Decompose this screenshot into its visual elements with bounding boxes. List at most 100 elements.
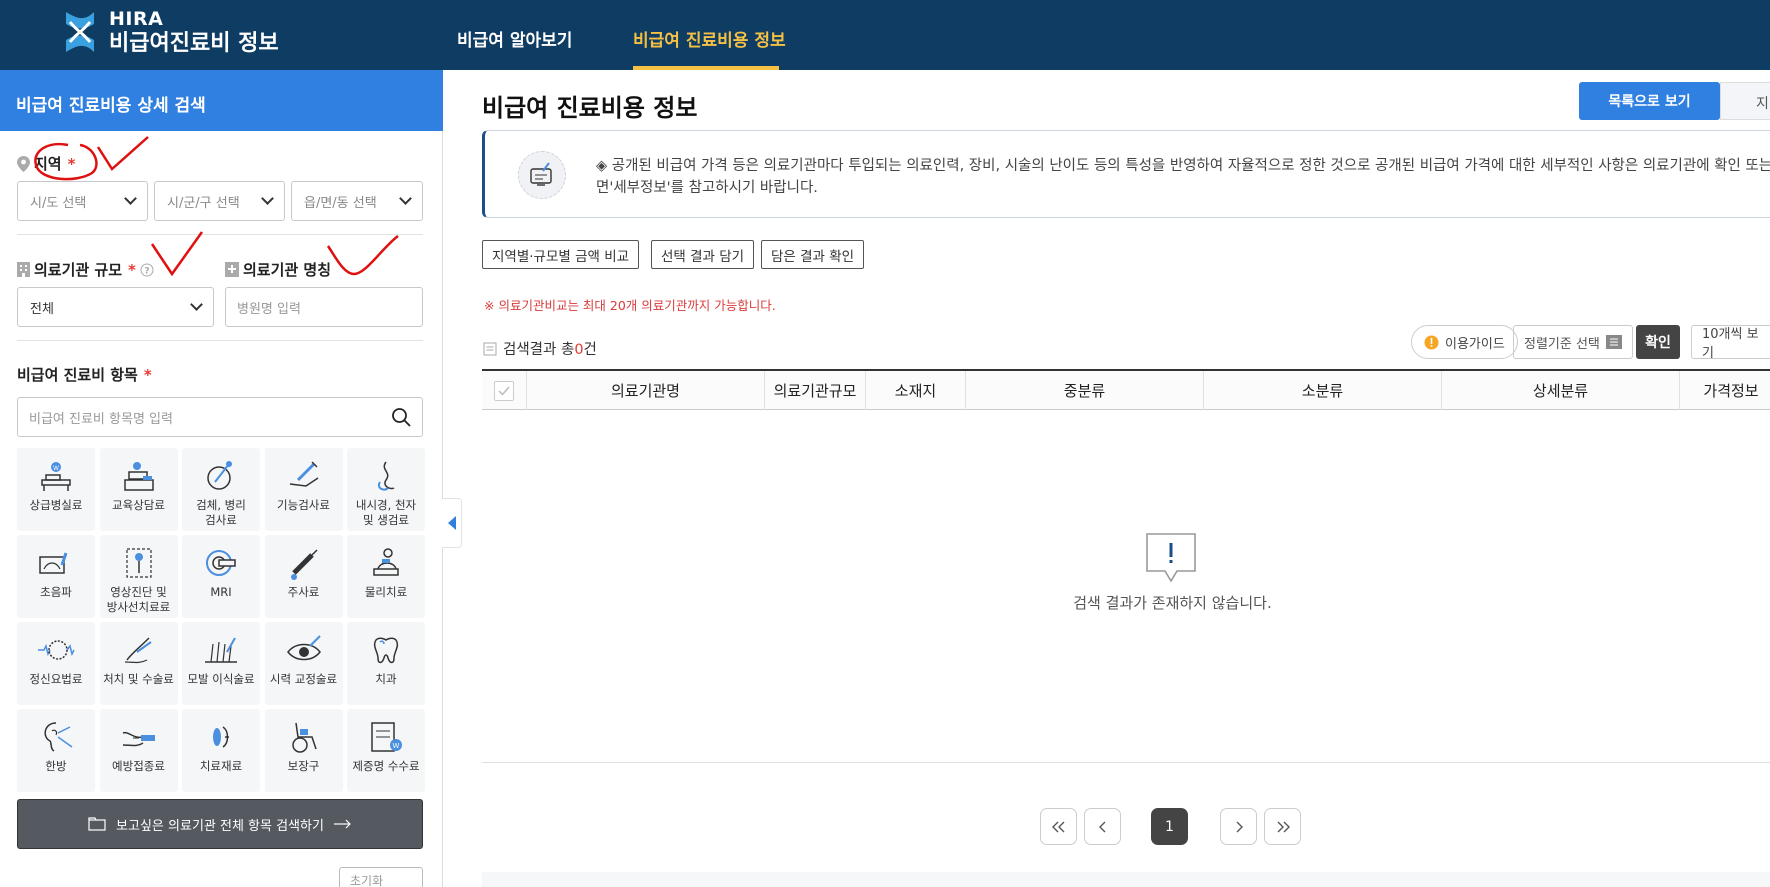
category-item[interactable]: 치과 <box>347 622 425 705</box>
xray-icon <box>125 548 152 578</box>
col-sub-category[interactable]: 소분류 <box>1204 371 1442 410</box>
list-view-button[interactable]: 목록으로 보기 <box>1579 82 1720 120</box>
category-label: 한방 <box>45 759 67 773</box>
select-all-cell <box>482 371 527 410</box>
svg-text:W: W <box>53 465 59 472</box>
usage-guide-button[interactable]: 이용가이드 <box>1411 325 1518 359</box>
result-count: 검색결과 총0건 <box>483 338 597 359</box>
scale-select[interactable]: 전체 <box>17 287 214 327</box>
hospital-name-placeholder: 병원명 입력 <box>237 301 301 317</box>
hira-logo-icon[interactable] <box>62 8 98 56</box>
category-item[interactable]: 처치 및 수술료 <box>99 622 178 705</box>
brand-title[interactable]: HIRA 비급여진료비 정보 <box>109 10 279 55</box>
category-label: 치과 <box>375 672 397 686</box>
category-item[interactable]: 예방접종료 <box>99 709 178 792</box>
sigungu-select[interactable]: 시/군/구 선택 <box>154 181 285 221</box>
hair-icon <box>205 637 237 663</box>
category-item[interactable]: 검체, 병리 검사료 <box>182 448 260 531</box>
category-item[interactable]: 영상진단 및 방사선치료료 <box>99 535 178 618</box>
map-view-button[interactable]: 지 <box>1720 82 1770 120</box>
alert-circle-icon <box>1424 335 1439 349</box>
col-detail-category[interactable]: 상세분류 <box>1442 371 1680 410</box>
reset-button[interactable]: 초기화 <box>339 867 423 887</box>
menu-icon <box>1606 335 1622 349</box>
category-item[interactable]: 초음파 <box>17 535 95 618</box>
compare-limit-warning: ※ 의료기관비교는 최대 20개 의료기관까지 가능합니다. <box>484 298 776 313</box>
usage-guide-label: 이용가이드 <box>1445 336 1505 352</box>
category-label: 처치 및 수술료 <box>103 672 174 686</box>
scalpel-icon <box>124 637 152 664</box>
building-icon <box>17 262 30 277</box>
category-label: 보장구 <box>287 759 320 773</box>
col-mid-category[interactable]: 중분류 <box>966 371 1204 410</box>
col-hospital-scale[interactable]: 의료기관규모 <box>765 371 866 410</box>
prev-page-button[interactable] <box>1084 808 1121 845</box>
last-page-button[interactable] <box>1264 808 1301 845</box>
per-page-select[interactable]: 10개씩 보기 <box>1691 325 1770 361</box>
compare-by-region-button[interactable]: 지역별·규모별 금액 비교 <box>482 240 640 269</box>
search-icon[interactable] <box>391 407 411 427</box>
nav-learn-noncovered[interactable]: 비급여 알아보기 <box>457 26 572 51</box>
results-table-header: 의료기관명 의료기관규모 소재지 중분류 소분류 상세분류 가격정보 <box>482 369 1770 410</box>
function-test-icon <box>289 461 318 487</box>
category-item[interactable]: 물리치료 <box>347 535 425 618</box>
category-item[interactable]: W 상급병실료 <box>17 448 95 531</box>
result-suffix: 건 <box>583 342 597 358</box>
confirm-sort-button[interactable]: 확인 <box>1636 325 1680 359</box>
category-item[interactable]: 기능검사료 <box>264 448 343 531</box>
check-icon <box>498 386 510 396</box>
col-location[interactable]: 소재지 <box>866 371 966 410</box>
view-saved-button[interactable]: 담은 결과 확인 <box>761 240 865 269</box>
brand-top: HIRA <box>109 8 164 30</box>
red-circle-annotation <box>34 136 149 181</box>
sort-select[interactable]: 정렬기준 선택 <box>1513 325 1633 359</box>
hospital-bed-icon: W <box>41 462 71 491</box>
item-search-input[interactable]: 비급여 진료비 항목명 입력 <box>17 397 423 437</box>
scale-label-text: 의료기관 규모 <box>34 261 123 279</box>
category-label: 예방접종료 <box>112 759 165 773</box>
category-item[interactable]: 시력 교정술료 <box>264 622 343 705</box>
nav-active-indicator <box>633 66 779 70</box>
chevron-down-icon <box>399 192 412 205</box>
add-selection-button[interactable]: 선택 결과 담기 <box>651 240 755 269</box>
select-all-checkbox[interactable] <box>494 380 514 401</box>
col-hospital-name[interactable]: 의료기관명 <box>527 371 765 410</box>
physical-therapy-icon <box>373 548 399 576</box>
next-page-button[interactable] <box>1220 808 1257 845</box>
first-page-button[interactable] <box>1040 808 1077 845</box>
category-item[interactable]: 한방 <box>17 709 95 792</box>
red-check-annotation <box>150 231 204 277</box>
nav-cost-info[interactable]: 비급여 진료비용 정보 <box>633 26 786 51</box>
col-price-info[interactable]: 가격정보 <box>1680 371 1770 410</box>
category-item[interactable]: 주사료 <box>264 535 343 618</box>
category-item[interactable]: 내시경, 천자 및 생검료 <box>347 448 425 531</box>
search-all-items-button[interactable]: 보고싶은 의료기관 전체 항목 검색하기 <box>17 799 423 849</box>
dong-select[interactable]: 읍/면/동 선택 <box>291 181 423 221</box>
scale-label: 의료기관 규모 * ? <box>17 259 154 280</box>
category-item[interactable]: 정신요법료 <box>17 622 95 705</box>
category-item[interactable]: 모발 이식술료 <box>182 622 260 705</box>
category-item[interactable]: MRI <box>182 535 260 618</box>
empty-result-icon <box>1146 533 1196 583</box>
chevron-down-icon <box>190 298 203 311</box>
items-label-text: 비급여 진료비 항목 <box>17 366 138 384</box>
endoscope-icon <box>378 461 395 491</box>
sidebar-title: 비급여 진료비용 상세 검색 <box>0 70 443 131</box>
item-search-placeholder: 비급여 진료비 항목명 입력 <box>29 411 173 427</box>
sidebar-collapse-toggle[interactable] <box>442 498 462 548</box>
category-item[interactable]: 치료재료 <box>182 709 260 792</box>
hospital-name-input[interactable]: 병원명 입력 <box>225 287 423 327</box>
brain-icon <box>38 640 75 660</box>
list-icon <box>483 342 497 355</box>
wheelchair-icon <box>291 722 317 753</box>
page-number-current[interactable]: 1 <box>1151 808 1188 845</box>
chevron-down-icon <box>261 192 274 205</box>
eye-icon <box>286 635 321 661</box>
category-item[interactable]: 보장구 <box>264 709 343 792</box>
category-item[interactable]: W 제증명 수수료 <box>347 709 425 792</box>
page-title: 비급여 진료비용 정보 <box>482 94 698 122</box>
divider <box>17 340 423 341</box>
acupuncture-icon <box>44 722 73 752</box>
category-label: 주사료 <box>287 585 320 599</box>
category-item[interactable]: 교육상담료 <box>99 448 178 531</box>
